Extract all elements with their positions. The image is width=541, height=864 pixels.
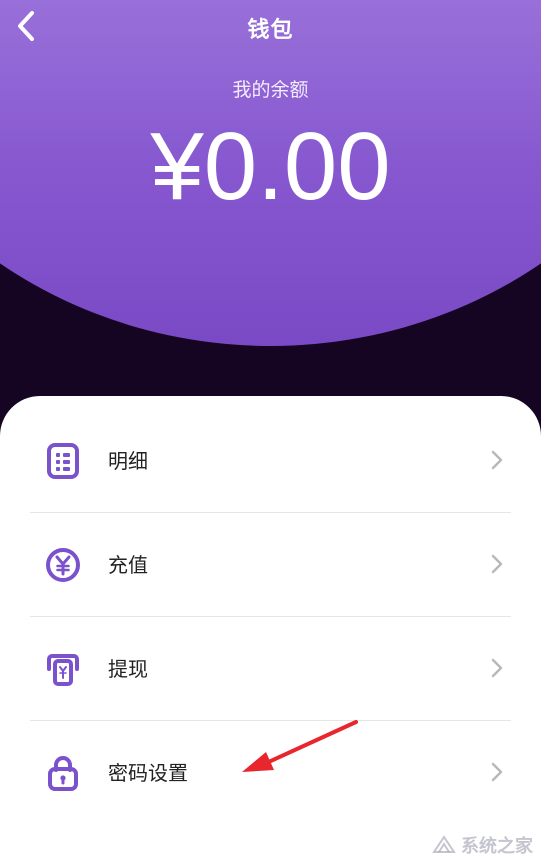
menu-item-label: 明细 (108, 449, 148, 473)
menu-item-password-settings[interactable]: 密码设置 (0, 721, 541, 825)
balance-amount: ¥0.00 (150, 113, 391, 220)
wallet-header: 钱包 我的余额 ¥0.00 (0, 0, 541, 346)
wallet-screen: 钱包 我的余额 ¥0.00 明细 充值 提现 密码设置 系统之家 (0, 0, 541, 864)
lock-icon (44, 754, 82, 792)
withdraw-atm-icon (44, 650, 82, 688)
page-title: 钱包 (247, 18, 294, 43)
balance-label: 我的余额 (232, 79, 309, 101)
watermark: 系统之家 (431, 832, 533, 858)
details-list-icon (44, 442, 82, 480)
chevron-right-icon (491, 762, 503, 782)
menu-item-withdraw[interactable]: 提现 (0, 617, 541, 721)
watermark-logo-icon (432, 835, 456, 853)
chevron-right-icon (491, 554, 503, 574)
menu-item-label: 密码设置 (108, 761, 188, 785)
chevron-right-icon (491, 658, 503, 678)
menu-item-label: 充值 (108, 553, 148, 577)
yuan-coin-icon (44, 546, 82, 584)
wallet-menu-card: 明细 充值 提现 密码设置 (0, 396, 541, 864)
menu-item-details[interactable]: 明细 (0, 409, 541, 513)
menu-item-recharge[interactable]: 充值 (0, 513, 541, 617)
header-content: 钱包 我的余额 ¥0.00 (0, 0, 541, 346)
chevron-right-icon (491, 450, 503, 470)
menu-item-label: 提现 (108, 657, 148, 681)
watermark-text: 系统之家 (461, 836, 533, 857)
